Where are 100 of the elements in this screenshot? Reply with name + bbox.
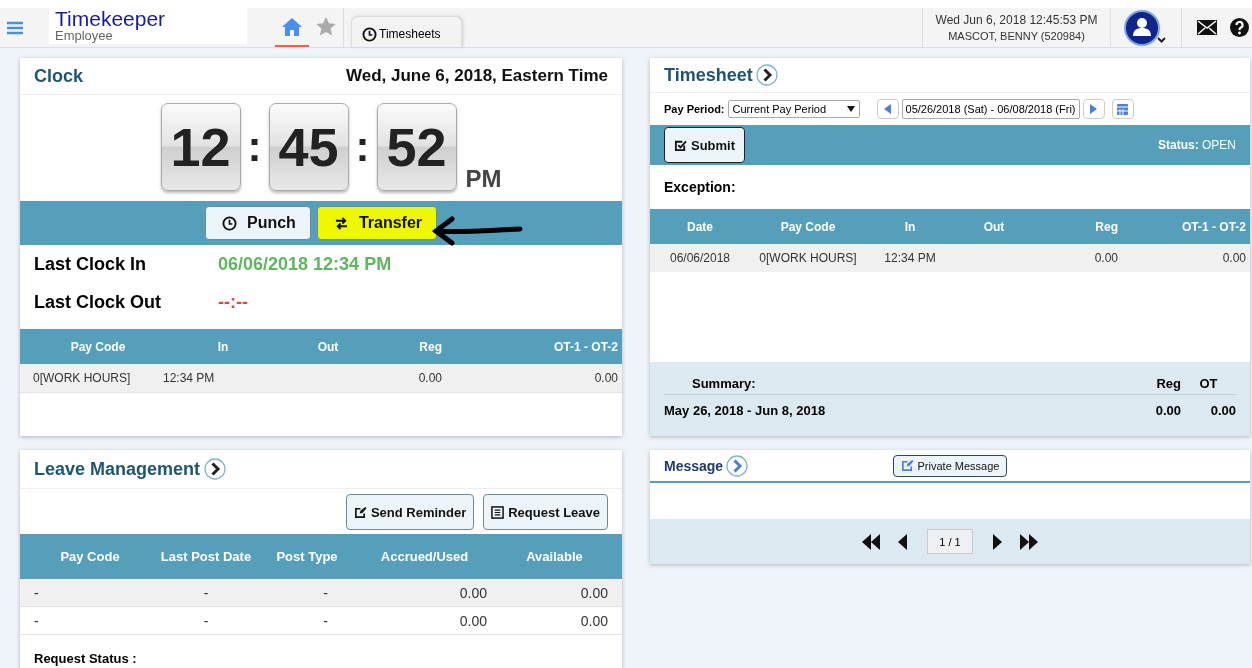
panel-title: Leave Management [34, 458, 201, 480]
last-clock-in: 06/06/2018 12:34 PM [218, 252, 393, 276]
column-header: Reg [1155, 375, 1181, 391]
clock-meridiem: PM [465, 165, 502, 193]
column-header: In [903, 219, 917, 234]
table-cell-text: 0.00 [579, 612, 609, 629]
caret-icon [846, 106, 855, 112]
panel-title: Timesheet [664, 64, 753, 86]
field-label: Last Clock Out [34, 290, 163, 314]
clock-digit-card: 45 [268, 103, 349, 191]
column-header: Last Post Date [160, 549, 252, 564]
column-header: Reg [1094, 219, 1118, 234]
star-icon [316, 17, 336, 36]
table-cell-text: - [202, 612, 210, 629]
summary-period: May 26, 2018 - Jun 8, 2018 [664, 402, 827, 418]
table-cell-text: 12:34 PM [883, 251, 937, 265]
edit-icon [353, 505, 367, 519]
column-header: Reg [418, 339, 442, 354]
clock-digit-card: 12 [160, 103, 241, 191]
punch-button[interactable]: Punch [205, 206, 311, 240]
field-label: Pay Period: [664, 103, 725, 115]
last-page-icon[interactable] [1020, 533, 1038, 550]
right-triangle-icon[interactable] [1090, 104, 1097, 114]
pay-period-dropdown[interactable]: Current Pay Period [727, 100, 860, 118]
summary-label: Summary: [691, 375, 757, 391]
column-header: OT-1 - OT-2 [553, 339, 618, 354]
clock-icon [222, 215, 237, 231]
column-header: In [216, 339, 230, 354]
status-text: Status: OPEN [1158, 138, 1236, 152]
previous-button[interactable] [876, 99, 899, 119]
panel-title: Message [664, 457, 724, 474]
column-header: Post Type [275, 549, 339, 564]
clock-icon [362, 26, 377, 42]
table-cell-text: 0[WORK HOURS] [33, 371, 132, 385]
table-cell-text: - [33, 612, 40, 629]
submit-button[interactable]: Submit [664, 127, 746, 163]
table-cell-text: - [322, 612, 329, 629]
summary-value: 0.00 [1209, 402, 1236, 418]
app-title: Timekeeper [55, 9, 167, 29]
send-reminder-button[interactable]: Send Reminder [345, 494, 475, 530]
table-cell-text: 0.00 [1221, 251, 1246, 265]
clock-separator: : [247, 123, 262, 171]
column-header: Accrued/Used [379, 549, 470, 564]
previous-page-icon[interactable] [898, 533, 907, 550]
column-header: Date [686, 219, 714, 234]
help-icon[interactable] [1230, 18, 1249, 37]
table-cell-text: - [202, 584, 210, 601]
column-header: OT [1198, 375, 1219, 391]
chevron-circle-icon[interactable] [204, 458, 227, 480]
transfer-icon [333, 216, 349, 230]
mail-icon[interactable] [1197, 20, 1217, 35]
table-cell-text: 0.00 [417, 371, 442, 385]
field-label: Last Clock In [34, 252, 148, 276]
table-cell-text: 12:34 PM [163, 371, 216, 385]
user-name: MASCOT, BENNY (520984) [948, 30, 1085, 42]
calendar-button[interactable] [1111, 99, 1134, 119]
summary-value: 0.00 [1154, 402, 1181, 418]
table-cell-text: - [322, 584, 329, 601]
clock-date: Wed, June 6, 2018, Eastern Time [345, 66, 608, 86]
tab[interactable]: Timesheets [351, 16, 462, 47]
menu-icon[interactable] [7, 20, 23, 35]
first-page-icon[interactable] [862, 533, 880, 550]
edit-icon [900, 459, 914, 472]
column-header: Pay Code [69, 339, 127, 354]
list-icon [491, 505, 505, 519]
exception-label: Exception: [663, 178, 737, 197]
page-indicator: 1 / 1 [927, 529, 973, 554]
request-leave-button[interactable]: Request Leave [483, 494, 608, 530]
app-subtitle: Employee [55, 29, 113, 43]
current-datetime: Wed Jun 6, 2018 12:45:53 PM [935, 13, 1098, 27]
table-cell-text: 0[WORK HOURS] [758, 251, 858, 265]
clock-separator: : [355, 123, 370, 171]
column-header: Pay Code [779, 219, 837, 234]
request-status-label: Request Status : [33, 650, 138, 666]
table-cell-text: 0.00 [579, 584, 609, 601]
transfer-button[interactable]: Transfer [316, 206, 437, 240]
home-icon [281, 16, 303, 37]
calendar-icon [1117, 103, 1128, 115]
table-cell-text: - [33, 584, 40, 601]
table-cell-text: 0.00 [593, 371, 618, 385]
avatar-icon[interactable] [1124, 9, 1168, 46]
clock-digit-card: 52 [376, 103, 457, 191]
private-message-button[interactable]: Private Message [892, 454, 1008, 477]
column-header: Available [525, 549, 584, 564]
date-range-field[interactable]: 05/26/2018 (Sat) - 06/08/2018 (Fri) [901, 99, 1080, 119]
table-cell-text: 0.00 [458, 612, 487, 629]
last-clock-out: --:-- [218, 290, 249, 314]
checkbox-icon [674, 138, 687, 152]
next-page-icon[interactable] [993, 533, 1002, 550]
chevron-circle-icon[interactable] [755, 64, 778, 86]
table-cell-text: 0.00 [1093, 251, 1118, 265]
column-header: OT-1 - OT-2 [1181, 219, 1246, 234]
left-triangle-icon[interactable] [884, 104, 892, 114]
next-button[interactable] [1082, 99, 1105, 119]
table-cell-text: 0.00 [458, 584, 487, 601]
table-cell-text: 06/06/2018 [668, 251, 732, 265]
column-header: Out [982, 219, 1006, 234]
column-header: Out [316, 339, 340, 354]
column-header: Pay Code [59, 549, 121, 564]
panel-title: Clock [34, 65, 84, 87]
